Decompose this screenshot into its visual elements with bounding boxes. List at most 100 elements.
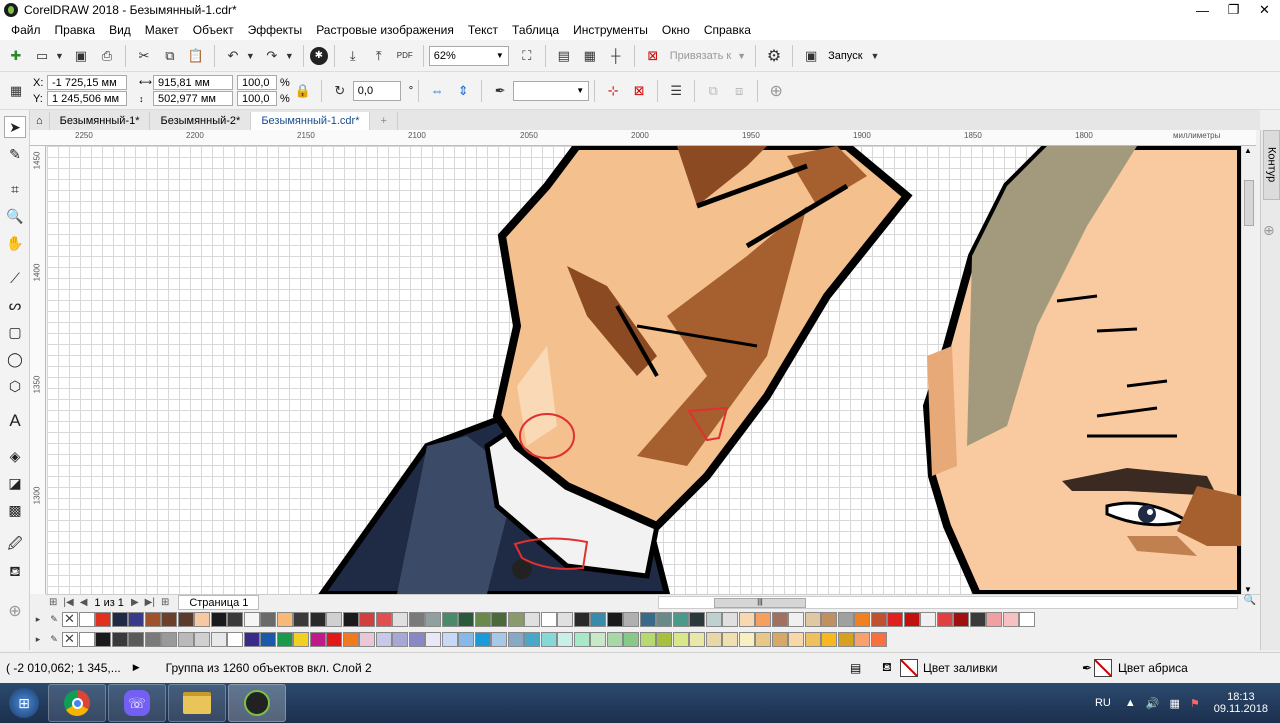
menu-table[interactable]: Таблица xyxy=(505,23,566,37)
palette-expand-icon[interactable]: ▸ xyxy=(30,634,46,645)
minimize-button[interactable]: — xyxy=(1187,0,1218,20)
color-swatch[interactable] xyxy=(606,632,623,647)
tray-expand-icon[interactable]: ▲ xyxy=(1125,697,1136,709)
gear-icon[interactable]: ⚙ xyxy=(762,44,786,68)
color-swatch[interactable] xyxy=(590,612,606,627)
color-swatch[interactable] xyxy=(920,612,936,627)
color-swatch[interactable] xyxy=(738,632,755,647)
color-swatch[interactable] xyxy=(557,632,573,647)
menu-file[interactable]: Файл xyxy=(4,23,48,37)
color-swatch[interactable] xyxy=(260,612,276,627)
color-swatch[interactable] xyxy=(1019,612,1035,627)
ellipse-tool-icon[interactable]: ◯ xyxy=(4,348,26,370)
next-page-icon[interactable]: ▶ xyxy=(128,597,142,608)
color-swatch[interactable] xyxy=(903,612,920,627)
lock-ratio-icon[interactable]: 🔒 xyxy=(291,79,315,103)
export-icon[interactable]: ⤒ xyxy=(367,44,391,68)
mirror-horizontal-icon[interactable]: ⇔ xyxy=(425,79,449,103)
snap-to-label[interactable]: Привязать к xyxy=(670,50,731,62)
color-swatch[interactable] xyxy=(359,632,375,647)
color-swatch[interactable] xyxy=(392,612,408,627)
color-swatch[interactable] xyxy=(78,632,95,647)
color-swatch[interactable] xyxy=(837,632,854,647)
publish-pdf-icon[interactable]: PDF xyxy=(393,44,417,68)
color-swatch[interactable] xyxy=(161,612,177,627)
snap-off-icon[interactable]: ⊠ xyxy=(641,44,665,68)
menu-object[interactable]: Объект xyxy=(186,23,241,37)
color-swatch[interactable] xyxy=(573,632,590,647)
height-input[interactable]: 502,977 мм xyxy=(153,91,233,106)
redo-icon[interactable]: ↷ xyxy=(260,44,284,68)
color-swatch[interactable] xyxy=(491,632,507,647)
color-swatch[interactable] xyxy=(672,632,689,647)
horizontal-scroll-thumb[interactable]: ||| xyxy=(714,598,806,608)
tab-document-1[interactable]: Безымянный-1* xyxy=(50,112,151,130)
color-swatch[interactable] xyxy=(425,632,441,647)
color-swatch[interactable] xyxy=(953,612,969,627)
docker-tab-contour[interactable]: Контур xyxy=(1263,130,1280,200)
drawing-canvas[interactable] xyxy=(47,146,1241,594)
freehand-tool-icon[interactable]: ⟋ xyxy=(4,267,26,289)
zoom-corner-icon[interactable]: 🔍 xyxy=(1244,595,1256,606)
page-add-before-icon[interactable]: ⊞ xyxy=(46,597,60,608)
color-swatch[interactable] xyxy=(458,612,474,627)
color-swatch[interactable] xyxy=(177,612,194,627)
ungroup-icon[interactable]: ⊠ xyxy=(627,79,651,103)
wrap-text-icon[interactable]: ☰ xyxy=(664,79,688,103)
vector-artwork[interactable] xyxy=(47,146,1241,594)
color-swatch[interactable] xyxy=(821,612,837,627)
color-swatch[interactable] xyxy=(590,632,606,647)
scale-x-input[interactable]: 100,0 xyxy=(237,75,277,90)
zoom-level-select[interactable]: 62% ▼ xyxy=(428,45,509,66)
menu-text[interactable]: Текст xyxy=(461,23,505,37)
color-swatch[interactable] xyxy=(227,612,243,627)
color-swatch[interactable] xyxy=(342,632,359,647)
color-swatch[interactable] xyxy=(309,612,326,627)
last-page-icon[interactable]: ▶| xyxy=(142,597,158,608)
color-swatch[interactable] xyxy=(854,632,870,647)
document-color-icon[interactable]: ▤ xyxy=(850,661,861,675)
paste-icon[interactable]: 📋 xyxy=(184,44,208,68)
color-swatch[interactable] xyxy=(276,612,293,627)
color-swatch[interactable] xyxy=(870,632,887,647)
color-swatch[interactable] xyxy=(144,632,161,647)
break-apart-icon[interactable]: ⊹ xyxy=(601,79,625,103)
transparency-tool-icon[interactable]: ▩ xyxy=(4,499,26,521)
color-swatch[interactable] xyxy=(837,612,854,627)
color-swatch[interactable] xyxy=(441,632,458,647)
rotate-icon[interactable]: ↻ xyxy=(328,79,352,103)
add-docker-icon[interactable]: ⊕ xyxy=(1263,222,1275,239)
color-swatch[interactable] xyxy=(672,612,689,627)
language-indicator[interactable]: RU xyxy=(1095,697,1111,709)
open-icon[interactable]: ▭ xyxy=(30,44,54,68)
color-swatch[interactable] xyxy=(524,632,540,647)
menu-edit[interactable]: Правка xyxy=(48,23,103,37)
interactive-fill-icon[interactable]: ◈ xyxy=(4,445,26,467)
home-tab[interactable]: ⌂ xyxy=(30,112,50,130)
color-swatch[interactable] xyxy=(177,632,194,647)
color-swatch[interactable] xyxy=(656,632,672,647)
import-icon[interactable]: ⤓ xyxy=(341,44,365,68)
color-swatch[interactable] xyxy=(243,612,260,627)
color-swatch[interactable] xyxy=(194,632,210,647)
color-swatch[interactable] xyxy=(359,612,375,627)
color-swatch[interactable] xyxy=(656,612,672,627)
volume-icon[interactable]: 🔊 xyxy=(1146,697,1160,710)
color-swatch[interactable] xyxy=(128,612,144,627)
crop-tool-icon[interactable]: ⌗ xyxy=(4,178,26,200)
menu-help[interactable]: Справка xyxy=(697,23,758,37)
pan-tool-icon[interactable]: ✋ xyxy=(4,232,26,254)
color-swatch[interactable] xyxy=(210,612,227,627)
corel-connect-icon[interactable]: ✱ xyxy=(309,46,328,65)
color-swatch[interactable] xyxy=(573,612,590,627)
text-tool-icon[interactable]: A xyxy=(4,410,26,432)
rotation-input[interactable]: 0,0 xyxy=(352,80,401,101)
color-swatch[interactable] xyxy=(969,612,986,627)
scroll-up-arrow[interactable]: ▲ xyxy=(1244,146,1252,155)
color-swatch[interactable] xyxy=(507,632,524,647)
color-swatch[interactable] xyxy=(293,612,309,627)
menu-tools[interactable]: Инструменты xyxy=(566,23,655,37)
color-swatch[interactable] xyxy=(111,632,128,647)
color-swatch[interactable] xyxy=(639,632,656,647)
color-swatch[interactable] xyxy=(821,632,837,647)
